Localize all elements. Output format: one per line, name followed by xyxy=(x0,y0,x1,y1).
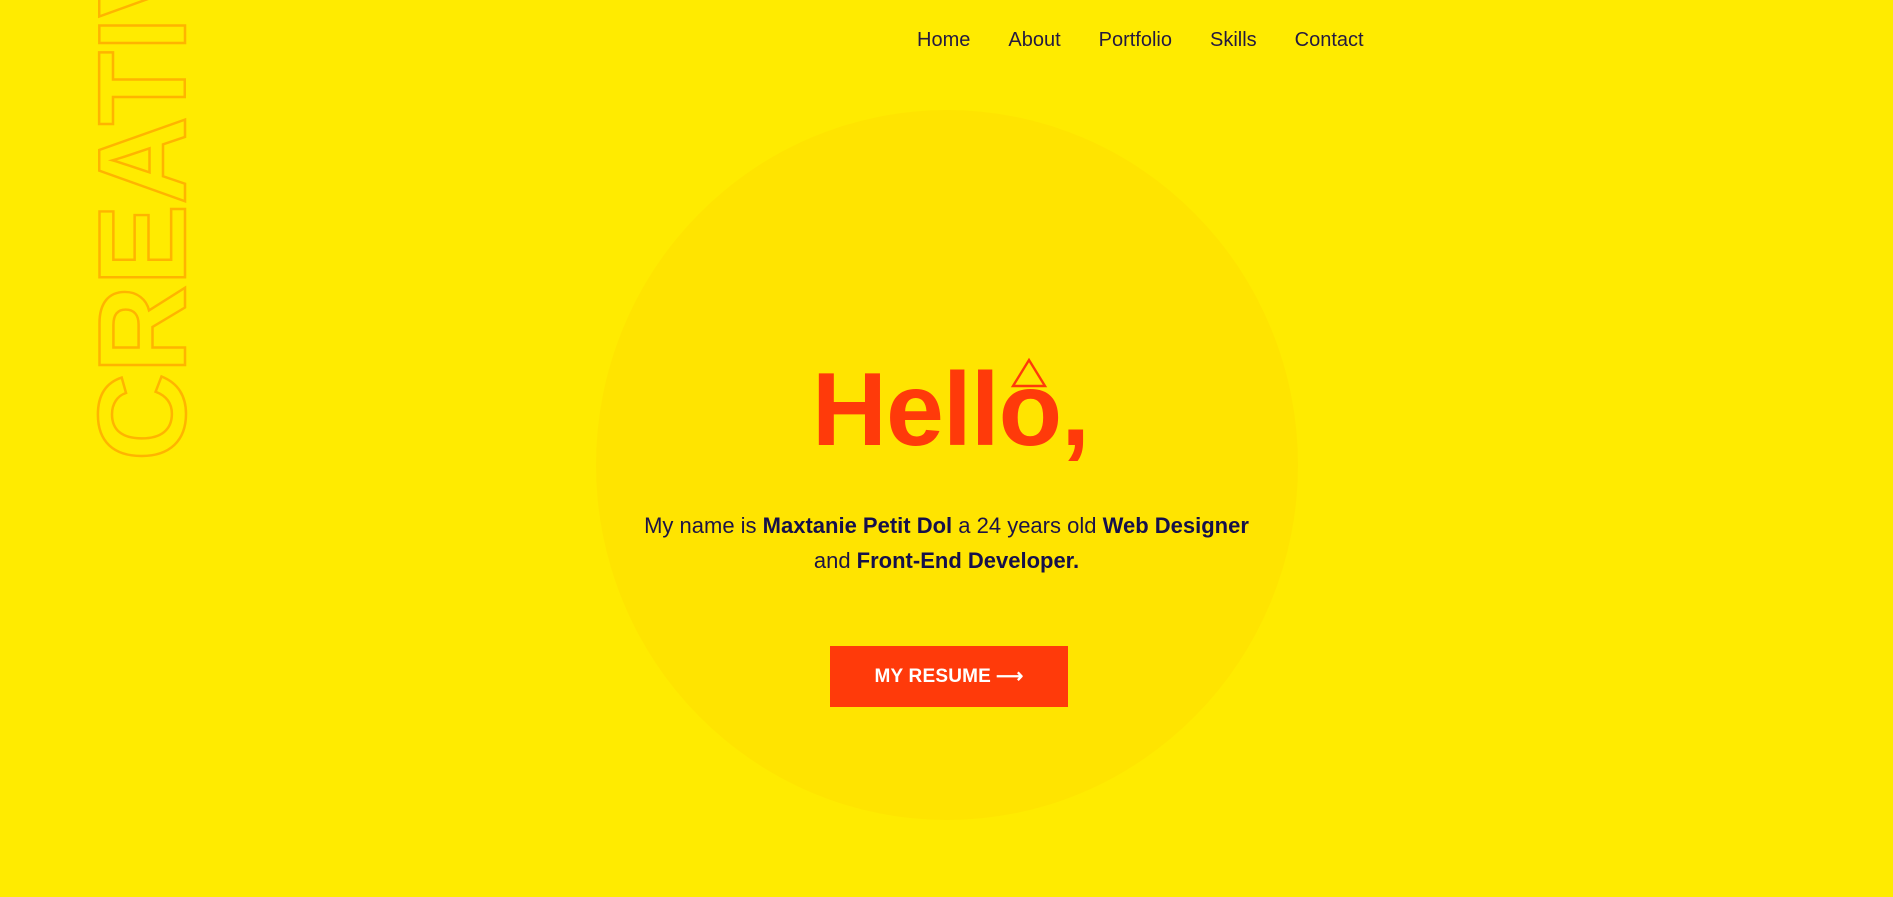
nav-contact[interactable]: Contact xyxy=(1295,26,1364,54)
intro-prefix: My name is xyxy=(644,513,763,538)
main-nav: Home About Portfolio Skills Contact xyxy=(917,26,1364,54)
triangle-outline-icon xyxy=(1010,357,1048,388)
hero-intro: My name is Maxtanie Petit Dol a 24 years… xyxy=(0,508,1893,578)
arrow-right-icon: ⟶ xyxy=(996,666,1024,687)
hero-intro-line-2: and Front-End Developer. xyxy=(0,543,1893,578)
nav-home[interactable]: Home xyxy=(917,26,970,54)
hero-intro-line-1: My name is Maxtanie Petit Dol a 24 years… xyxy=(0,508,1893,543)
resume-button-label: MY RESUME xyxy=(874,665,992,687)
nav-portfolio[interactable]: Portfolio xyxy=(1099,26,1172,54)
role-web-designer: Web Designer xyxy=(1102,513,1249,538)
nav-skills[interactable]: Skills xyxy=(1210,26,1257,54)
intro-mid: a 24 years old xyxy=(952,513,1103,538)
role-frontend-developer: Front-End Developer. xyxy=(856,548,1080,573)
nav-about[interactable]: About xyxy=(1008,26,1060,54)
my-resume-button[interactable]: MY RESUME ⟶ xyxy=(830,646,1068,707)
person-name: Maxtanie Petit Dol xyxy=(762,513,953,538)
intro-and: and xyxy=(813,548,857,573)
hero-title-wrap: Hello, xyxy=(0,355,1893,465)
